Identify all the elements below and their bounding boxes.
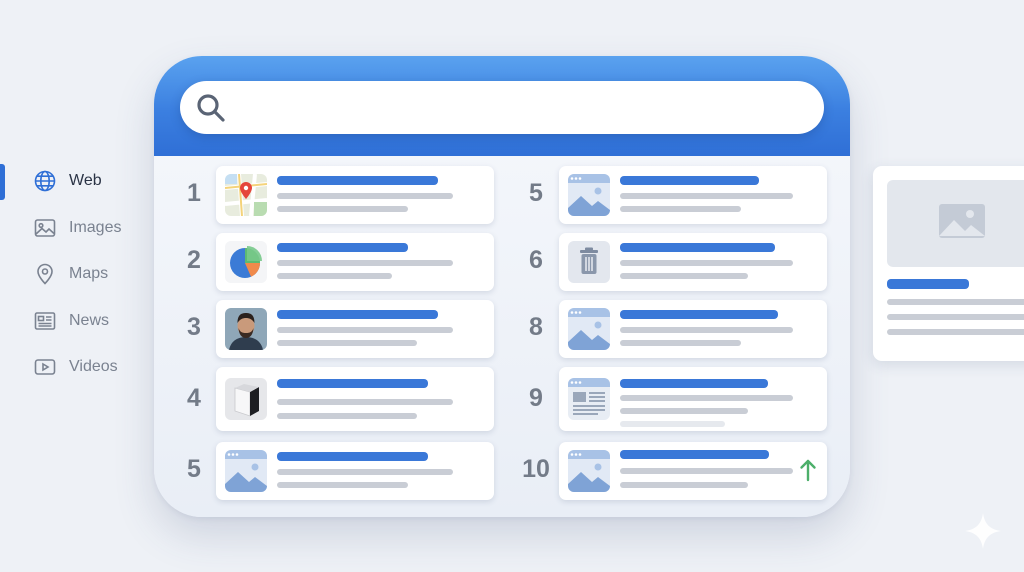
result-rank: 6: [529, 246, 543, 274]
nav-item-label: News: [69, 311, 110, 329]
document-thumbnail: [568, 378, 610, 420]
pie-chart-thumbnail: [225, 241, 267, 283]
preview-text-line: [887, 299, 1024, 305]
result-rank: 9: [529, 384, 543, 412]
image-icon: [32, 215, 58, 241]
result-snippet-line: [620, 193, 793, 199]
product-photo-thumbnail: [225, 378, 267, 420]
result-snippet-line: [277, 273, 392, 279]
map-pin-icon: [32, 261, 58, 287]
image-placeholder-thumbnail: [225, 450, 267, 492]
search-icon[interactable]: [194, 91, 228, 125]
result-snippet-line: [620, 395, 793, 401]
result-title-line: [620, 379, 768, 388]
results-panel: 1 2 3 4 5 5 6 8 9 10: [154, 56, 850, 517]
trash-icon-thumbnail: [568, 241, 610, 283]
search-result[interactable]: [559, 166, 827, 224]
nav-item-label: Videos: [69, 358, 118, 375]
search-result[interactable]: [216, 166, 494, 224]
result-snippet-line: [620, 327, 793, 333]
news-icon: [32, 308, 58, 334]
result-snippet-line: [277, 413, 417, 419]
result-title-line: [277, 243, 408, 252]
result-title-line: [620, 450, 769, 459]
result-snippet-line: [620, 340, 741, 346]
preview-text-line: [887, 314, 1024, 320]
globe-icon: [32, 168, 58, 194]
sparkle-icon: [964, 512, 1002, 550]
image-placeholder-icon: [938, 203, 986, 244]
result-snippet-line: [277, 482, 408, 488]
search-bar[interactable]: [180, 81, 824, 134]
nav-item-label: Web: [69, 172, 102, 189]
result-title-line: [277, 452, 428, 461]
nav-item-label: Maps: [69, 265, 109, 282]
search-input[interactable]: [240, 81, 800, 134]
result-snippet-line: [277, 193, 453, 199]
result-rank: 10: [522, 455, 550, 483]
result-rank: 1: [187, 179, 201, 207]
preview-text-line: [887, 329, 1024, 335]
search-header: [154, 56, 850, 156]
search-result[interactable]: [216, 300, 494, 358]
search-result[interactable]: [559, 367, 827, 431]
preview-title-line: [887, 279, 969, 289]
image-placeholder-thumbnail: [568, 450, 610, 492]
preview-image: [887, 180, 1024, 267]
result-rank: 5: [187, 455, 201, 483]
result-rank: 3: [187, 313, 201, 341]
result-snippet-line: [620, 482, 748, 488]
result-snippet-line: [620, 260, 793, 266]
nav-item-news[interactable]: News: [32, 306, 121, 336]
result-title-line: [620, 310, 778, 319]
result-snippet-line: [277, 260, 453, 266]
nav-item-label: Images: [69, 218, 122, 236]
result-title-line: [620, 176, 759, 185]
image-placeholder-thumbnail: [568, 174, 610, 216]
result-snippet-line: [277, 399, 453, 405]
result-snippet-line: [277, 340, 417, 346]
result-rank: 4: [187, 384, 201, 412]
nav-item-web[interactable]: Web: [32, 166, 121, 196]
search-result[interactable]: [559, 442, 827, 500]
result-title-line: [277, 176, 438, 185]
result-rank: 5: [529, 179, 543, 207]
result-snippet-line: [620, 468, 793, 474]
result-snippet-line: [277, 206, 408, 212]
result-title-line: [620, 243, 775, 252]
person-photo-thumbnail: [225, 308, 267, 350]
nav-item-images[interactable]: Images: [32, 213, 121, 243]
preview-card[interactable]: [873, 166, 1024, 361]
search-results-screen: Web Images Maps News Videos 1 2 3 4 5 5 …: [0, 0, 1024, 572]
map-thumbnail: [225, 174, 267, 216]
result-snippet-line: [620, 206, 741, 212]
active-nav-indicator: [0, 164, 5, 200]
search-result[interactable]: [559, 233, 827, 291]
result-snippet-line: [620, 273, 748, 279]
nav-item-videos[interactable]: Videos: [32, 352, 121, 382]
result-rank: 2: [187, 246, 201, 274]
trending-up-arrow-icon: [799, 458, 817, 482]
result-snippet-line: [277, 469, 453, 475]
search-result[interactable]: [216, 233, 494, 291]
search-result[interactable]: [216, 367, 494, 431]
image-placeholder-thumbnail: [568, 308, 610, 350]
search-result[interactable]: [559, 300, 827, 358]
search-result[interactable]: [216, 442, 494, 500]
result-snippet-line: [620, 408, 748, 414]
nav-item-maps[interactable]: Maps: [32, 259, 121, 289]
result-snippet-line: [277, 327, 453, 333]
search-type-nav: Web Images Maps News Videos: [32, 166, 121, 399]
video-play-icon: [32, 354, 58, 380]
result-title-line: [277, 310, 438, 319]
result-title-line: [277, 379, 428, 388]
result-snippet-line: [620, 421, 725, 427]
result-rank: 8: [529, 313, 543, 341]
